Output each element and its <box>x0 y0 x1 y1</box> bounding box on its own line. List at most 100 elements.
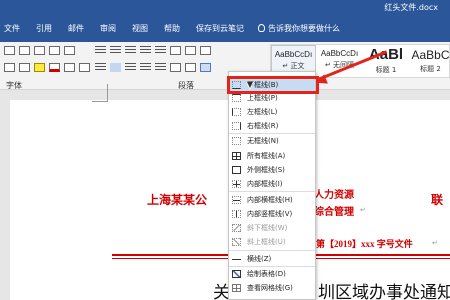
diagonal-down-border-icon <box>232 224 241 232</box>
view-gridlines-icon <box>232 284 241 292</box>
inside-borders-icon <box>232 180 241 188</box>
menu-item-label: 斜下框线(W) <box>247 224 288 232</box>
doc-header-admin: 综合管理 <box>314 207 354 218</box>
menu-item-outside-borders[interactable]: 外侧框线(S) <box>229 164 315 176</box>
doc-header-right: 联 <box>431 193 444 207</box>
menu-separator <box>229 266 315 267</box>
style-sample: AaBl <box>368 46 404 63</box>
tab-mailings[interactable]: 邮件 <box>60 23 92 34</box>
title-bar: 红头文件.docx 文件 引用 邮件 审阅 视图 帮助 保存到云笔记 告诉我你想… <box>0 0 450 42</box>
menu-separator <box>229 250 315 251</box>
menu-separator <box>229 133 315 134</box>
align-center-icon[interactable] <box>110 63 121 72</box>
style-heading-2[interactable]: AaBbC 标题 2 <box>410 45 450 79</box>
tab-file[interactable]: 文件 <box>0 23 28 34</box>
menu-item-inside-borders[interactable]: 内部框线(I) <box>229 178 315 190</box>
ribbon-tabs: 文件 引用 邮件 审阅 视图 帮助 保存到云笔记 告诉我你想要做什么 <box>0 21 340 35</box>
menu-item-left-border[interactable]: 左框线(L) <box>229 106 315 118</box>
align-left-icon[interactable] <box>95 63 106 72</box>
menu-item-diagonal-down: 斜下框线(W) <box>229 222 315 234</box>
style-name: ↵ 正文 <box>282 62 305 70</box>
decrease-indent-icon[interactable] <box>140 46 151 55</box>
tab-view[interactable]: 视图 <box>124 23 156 34</box>
sort-icon[interactable] <box>185 46 196 55</box>
text-effects-icon[interactable] <box>19 63 30 72</box>
draw-table-icon <box>232 270 241 278</box>
annotation-highlight-box <box>227 76 319 94</box>
chinese-layout-icon[interactable] <box>170 46 181 55</box>
doc-body-title-end: 圳区域办事处通知 <box>318 283 450 300</box>
menu-item-inside-horizontal[interactable]: 内部横框线(H) <box>229 194 315 206</box>
style-sample: AaBbC <box>411 48 450 62</box>
menu-item-inside-vertical[interactable]: 内部竖框线(V) <box>229 208 315 220</box>
menu-item-label: 无框线(N) <box>247 137 279 145</box>
menu-item-label: 内部框线(I) <box>247 180 283 188</box>
tab-references[interactable]: 引用 <box>28 23 60 34</box>
menu-item-horizontal-line[interactable]: 横线(Z) <box>229 253 315 265</box>
right-border-icon <box>232 122 241 130</box>
multilevel-list-icon[interactable] <box>125 46 136 55</box>
shading-icon[interactable] <box>185 63 196 72</box>
show-hide-marks-icon[interactable] <box>200 46 211 55</box>
menu-item-label: 右框线(R) <box>247 122 279 130</box>
menu-item-view-gridlines[interactable]: 查看网格线(G) <box>229 282 315 294</box>
diagonal-up-border-icon <box>232 238 241 246</box>
character-border-icon[interactable] <box>64 46 75 55</box>
menu-item-label: 内部竖框线(V) <box>247 210 293 218</box>
tell-me-box[interactable]: 告诉我你想要做什么 <box>252 23 340 34</box>
tab-review[interactable]: 审阅 <box>92 23 124 34</box>
document-title: 红头文件.docx <box>384 3 438 12</box>
justify-icon[interactable] <box>140 63 151 72</box>
line-spacing-icon[interactable] <box>170 63 181 72</box>
paragraph-mark: ↵ <box>432 239 438 247</box>
menu-item-label: 外侧框线(S) <box>247 166 285 174</box>
superscript-icon[interactable] <box>4 63 15 72</box>
font-row-1 <box>4 46 75 55</box>
all-borders-icon <box>232 152 241 160</box>
align-right-icon[interactable] <box>125 63 136 72</box>
doc-header-hr: 人力资源 <box>314 190 354 201</box>
menu-item-label: 上框线(P) <box>247 94 278 102</box>
enclose-characters-icon[interactable] <box>79 63 90 72</box>
mouse-cursor-inner <box>247 82 253 88</box>
highlight-color-icon[interactable] <box>34 63 45 72</box>
borders-dropdown-menu: 下框线(B) 上框线(P) 左框线(L) 右框线(R) 无框线(N) 所有框线(… <box>228 71 316 300</box>
inside-horizontal-border-icon <box>232 196 241 204</box>
menu-item-all-borders[interactable]: 所有框线(A) <box>229 150 315 162</box>
inside-vertical-border-icon <box>232 210 241 218</box>
menu-item-draw-table[interactable]: 绘制表格(D) <box>229 268 315 280</box>
numbering-icon[interactable] <box>110 46 121 55</box>
style-sample: AaBbCcDı <box>274 50 313 59</box>
horizontal-line-icon <box>232 255 241 263</box>
menu-item-label: 查看网格线(G) <box>247 284 293 292</box>
font-row-2 <box>4 63 90 72</box>
menu-item-label: 绘制表格(D) <box>247 270 286 278</box>
doc-number: 第【2019】xxx 字号文件 <box>316 239 413 249</box>
clear-format-icon[interactable] <box>34 46 45 55</box>
change-case-icon[interactable] <box>19 46 30 55</box>
left-border-icon <box>232 108 241 116</box>
paragraph-mark: ↵ <box>360 206 366 214</box>
bullets-icon[interactable] <box>95 46 106 55</box>
menu-item-right-border[interactable]: 右框线(R) <box>229 120 315 132</box>
menu-item-label: 所有框线(A) <box>247 152 286 160</box>
ribbon: 字体 段落 AaBbCcDı ↵ 正文 AaBbCcDı ↵ 无间隔 AaBl <box>0 42 450 90</box>
phonetic-guide-icon[interactable] <box>49 46 60 55</box>
font-size-down-icon[interactable] <box>4 46 15 55</box>
page-corner-mark <box>92 84 108 102</box>
top-border-icon <box>232 94 241 102</box>
outside-borders-icon <box>232 166 241 174</box>
tab-save-cloud-note[interactable]: 保存到云笔记 <box>188 23 252 34</box>
font-color-icon[interactable] <box>49 63 60 72</box>
borders-dropdown-icon[interactable] <box>200 63 211 72</box>
tab-help[interactable]: 帮助 <box>156 23 188 34</box>
character-shading-icon[interactable] <box>64 63 75 72</box>
menu-item-label: 左框线(L) <box>247 108 278 116</box>
menu-item-diagonal-up: 斜上框线(U) <box>229 236 315 248</box>
menu-item-label: 横线(Z) <box>247 255 272 263</box>
increase-indent-icon[interactable] <box>155 46 166 55</box>
distributed-icon[interactable] <box>155 63 166 72</box>
doc-header-company: 上海某某公 <box>147 193 208 207</box>
menu-item-no-border[interactable]: 无框线(N) <box>229 135 315 147</box>
style-sample: AaBbCcDı <box>320 49 359 58</box>
